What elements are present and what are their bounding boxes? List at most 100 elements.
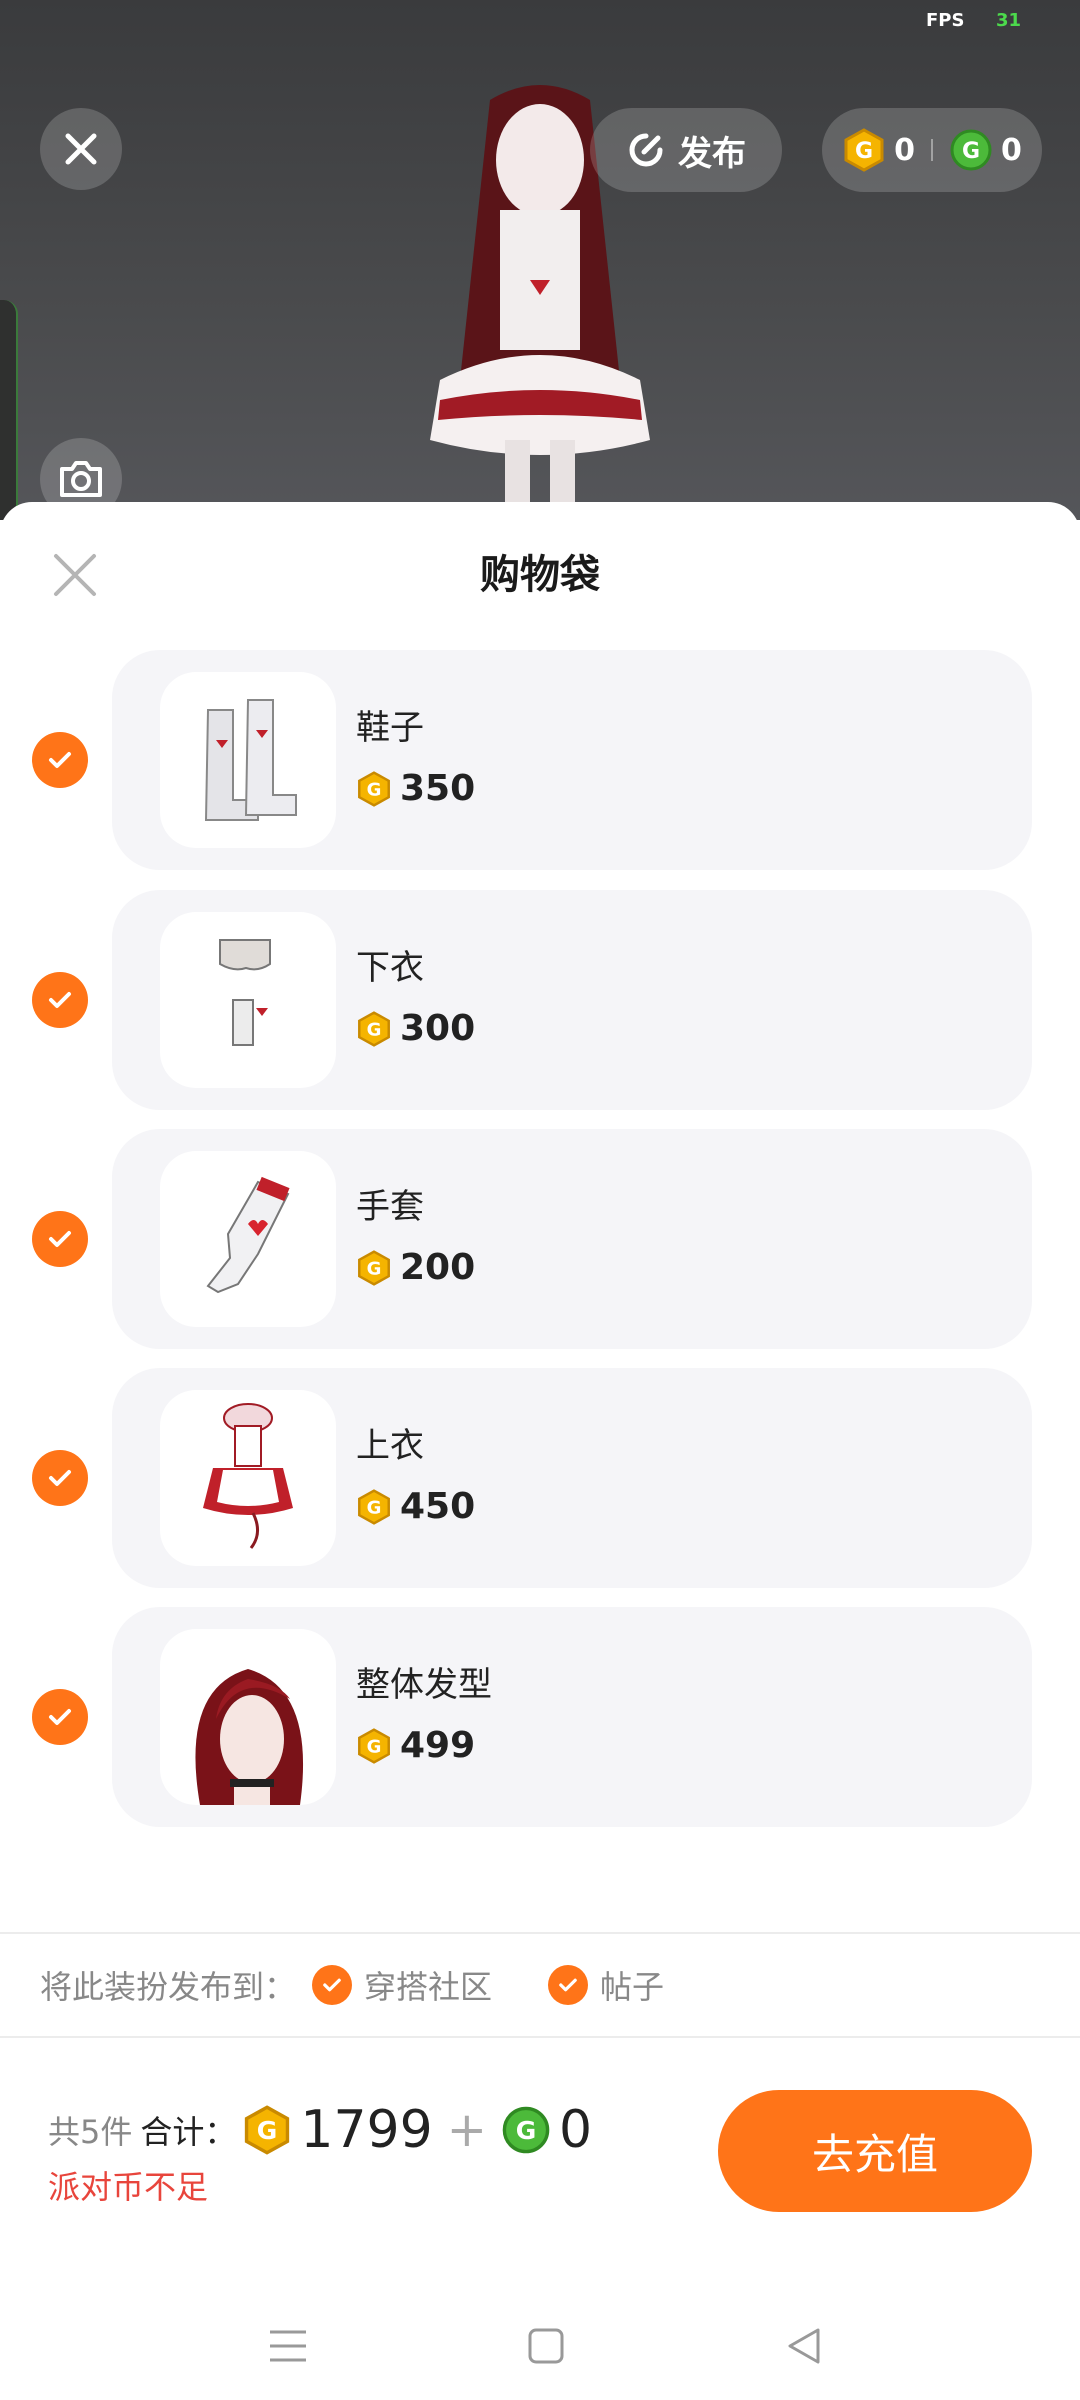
- green-coin-icon: G: [950, 129, 992, 171]
- item-price-value: 300: [400, 1008, 476, 1049]
- item-name: 下衣: [356, 948, 424, 988]
- item-price-value: 499: [400, 1725, 476, 1766]
- list-item[interactable]: 上衣 G 450: [0, 1368, 1080, 1588]
- dress-icon: [203, 1403, 293, 1549]
- back-nav-button[interactable]: [774, 2316, 834, 2376]
- item-checkbox[interactable]: [32, 972, 88, 1028]
- recharge-button[interactable]: 去充值: [718, 2090, 1032, 2212]
- hair-icon: [195, 1669, 304, 1805]
- balance-divider: [931, 139, 933, 161]
- publish-icon: [629, 133, 663, 167]
- camera-icon: [60, 461, 102, 497]
- item-card[interactable]: 鞋子 G 350: [112, 650, 1032, 870]
- gold-coin-icon: G: [245, 2105, 290, 2155]
- menu-icon: [270, 2330, 306, 2362]
- green-total: 0: [558, 2100, 593, 2160]
- fps-label: FPS: [926, 10, 965, 31]
- publish-option-post[interactable]: 帖子: [548, 1962, 664, 2008]
- publish-option-label: 穿搭社区: [364, 1968, 493, 2006]
- svg-text:G: G: [367, 1019, 382, 1040]
- item-thumbnail: [160, 1151, 336, 1327]
- list-item[interactable]: 下衣 G 300: [0, 890, 1080, 1110]
- item-card[interactable]: 上衣 G 450: [112, 1368, 1032, 1588]
- publish-button[interactable]: 发布: [590, 108, 782, 192]
- list-item[interactable]: 手套 G 200: [0, 1129, 1080, 1349]
- side-drawer-handle[interactable]: [0, 300, 18, 520]
- item-card[interactable]: 手套 G 200: [112, 1129, 1032, 1349]
- divider: [0, 2036, 1080, 2038]
- item-name: 整体发型: [356, 1665, 492, 1705]
- check-icon: [49, 992, 71, 1008]
- svg-text:G: G: [257, 2116, 278, 2145]
- avatar-scene: FPS 31 发布 G 0 G 0: [0, 0, 1080, 520]
- gold-coin-icon: G: [358, 770, 390, 807]
- svg-text:G: G: [367, 1497, 382, 1518]
- item-thumbnail: [160, 1390, 336, 1566]
- green-balance: 0: [1001, 132, 1022, 168]
- home-nav-button[interactable]: [516, 2316, 576, 2376]
- item-name: 手套: [356, 1187, 424, 1227]
- check-icon: [548, 1965, 589, 2005]
- item-checkbox[interactable]: [32, 1211, 88, 1267]
- green-coin-icon: G: [502, 2106, 550, 2154]
- glove-icon: [206, 1176, 290, 1294]
- item-card[interactable]: 整体发型 G 499: [112, 1607, 1032, 1827]
- item-price: G 300: [356, 1008, 475, 1049]
- sum-label: 合计：: [140, 2113, 237, 2151]
- item-price: G 350: [356, 768, 475, 809]
- svg-text:G: G: [367, 1258, 382, 1279]
- sheet-title: 购物袋: [480, 552, 600, 598]
- publish-label: 发布: [678, 133, 746, 174]
- svg-text:G: G: [516, 2116, 537, 2145]
- gold-coin-icon: G: [358, 1249, 390, 1286]
- bottoms-icon: [219, 939, 271, 1046]
- item-card[interactable]: 下衣 G 300: [112, 890, 1032, 1110]
- svg-text:G: G: [367, 1736, 382, 1757]
- item-price: G 200: [356, 1247, 475, 1288]
- currency-balance[interactable]: G 0 G 0: [822, 108, 1042, 192]
- gold-coin-icon: G: [358, 1010, 390, 1047]
- gold-total: 1799: [300, 2100, 433, 2160]
- check-icon: [49, 1709, 71, 1725]
- item-price-value: 450: [400, 1486, 476, 1527]
- total-summary: 共5件 合计： G 1799 + G 0: [48, 2100, 592, 2160]
- item-checkbox[interactable]: [32, 732, 88, 788]
- item-thumbnail: [160, 912, 336, 1088]
- publish-option-label: 帖子: [600, 1968, 665, 2006]
- publish-option-community[interactable]: 穿搭社区: [312, 1962, 492, 2008]
- plus-sign: +: [446, 2102, 487, 2158]
- list-item[interactable]: 整体发型 G 499: [0, 1607, 1080, 1827]
- gold-coin-icon: G: [358, 1488, 390, 1525]
- gold-coin-icon: G: [358, 1727, 390, 1764]
- menu-nav-button[interactable]: [258, 2316, 318, 2376]
- list-item[interactable]: 鞋子 G 350: [0, 650, 1080, 870]
- item-checkbox[interactable]: [32, 1689, 88, 1745]
- check-icon: [312, 1965, 353, 2005]
- svg-text:G: G: [367, 779, 382, 800]
- close-icon: [65, 133, 97, 165]
- insufficient-warning: 派对币不足: [48, 2168, 209, 2206]
- item-name: 上衣: [356, 1426, 424, 1466]
- back-triangle-icon: [788, 2328, 820, 2364]
- check-icon: [49, 1470, 71, 1486]
- publish-to-row: 将此装扮发布到： 穿搭社区 帖子: [40, 1962, 664, 2008]
- check-icon: [49, 752, 71, 768]
- item-thumbnail: [160, 672, 336, 848]
- close-scene-button[interactable]: [40, 108, 122, 190]
- item-checkbox[interactable]: [32, 1450, 88, 1506]
- gold-balance: 0: [894, 132, 915, 168]
- item-price-value: 350: [400, 768, 476, 809]
- item-price: G 450: [356, 1486, 475, 1527]
- system-nav-bar: [0, 2290, 1080, 2400]
- svg-text:G: G: [962, 139, 980, 164]
- item-price: G 499: [356, 1725, 475, 1766]
- item-name: 鞋子: [356, 708, 424, 748]
- divider: [0, 1932, 1080, 1934]
- svg-text:G: G: [855, 139, 873, 164]
- item-thumbnail: [160, 1629, 336, 1805]
- item-count: 共5件: [48, 2113, 133, 2151]
- check-icon: [49, 1231, 71, 1247]
- home-square-icon: [528, 2328, 564, 2364]
- fps-value: 31: [996, 10, 1022, 31]
- boots-icon: [204, 699, 297, 821]
